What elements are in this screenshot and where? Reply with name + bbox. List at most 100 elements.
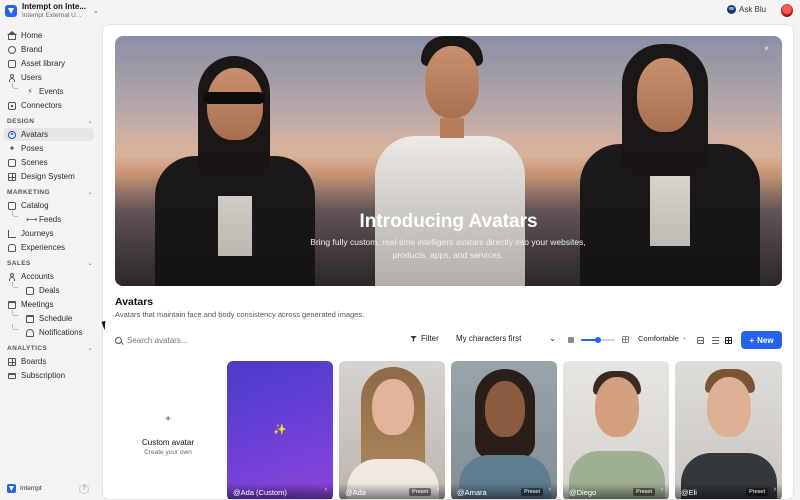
- tree-connector: [12, 211, 18, 217]
- help-button[interactable]: ?: [79, 484, 89, 494]
- chevron-down-icon: ⌄: [549, 334, 556, 343]
- sidebar-item-journeys[interactable]: Journeys: [8, 227, 53, 240]
- sidebar-item-label: Meetings: [21, 300, 54, 309]
- custom-avatar-title: Custom avatar: [141, 438, 195, 447]
- chevron-right-icon: ›: [773, 486, 776, 493]
- credit-card-icon: [8, 373, 16, 379]
- chevron-right-icon: ›: [436, 486, 439, 493]
- sidebar-item-label: Journeys: [21, 229, 54, 238]
- filter-button[interactable]: Filter: [410, 334, 439, 343]
- avatar-card-label: @Ada (Custom): [227, 483, 333, 499]
- person-pose-icon: ✦: [8, 143, 16, 153]
- tree-connector: [12, 324, 18, 330]
- sidebar-item-brand[interactable]: Brand: [8, 43, 42, 56]
- boards-icon: [8, 357, 16, 366]
- sidebar-item-feeds[interactable]: ⟷ Feeds: [26, 213, 61, 226]
- avatar-card[interactable]: ✨ @Ada (Custom) ›: [227, 361, 333, 499]
- section-design[interactable]: DESIGN ⌄: [7, 118, 93, 125]
- avatar-card[interactable]: @Diego Preset ›: [563, 361, 669, 499]
- density-select[interactable]: Comfortable ⌄: [638, 334, 687, 343]
- sidebar: Home Brand Asset library Users ⚡ Events …: [0, 24, 100, 500]
- bell-icon: [26, 328, 34, 337]
- feed-icon: ⟷: [26, 214, 38, 224]
- hero-subtitle: Bring fully custom, real-time intelligen…: [310, 237, 586, 260]
- new-avatar-button[interactable]: + New: [741, 331, 782, 349]
- filter-icon: [410, 335, 417, 342]
- search-input[interactable]: [127, 335, 277, 345]
- sidebar-item-scenes[interactable]: Scenes: [8, 156, 48, 169]
- sidebar-item-poses[interactable]: ✦ Poses: [8, 142, 44, 155]
- sidebar-item-label: Boards: [21, 357, 47, 366]
- tree-connector: [12, 282, 18, 288]
- view-grid-icon[interactable]: [725, 337, 732, 344]
- org-subtitle: Intempt External U...: [22, 12, 82, 19]
- sidebar-item-experiences[interactable]: Experiences: [8, 241, 65, 254]
- sidebar-item-deals[interactable]: Deals: [26, 284, 59, 297]
- preset-badge: Preset: [633, 488, 655, 496]
- bolt-icon: ⚡: [27, 86, 33, 96]
- accounts-icon: [8, 272, 16, 281]
- close-icon[interactable]: ×: [764, 44, 769, 53]
- image-icon: [8, 59, 16, 68]
- schedule-icon: [26, 314, 34, 323]
- sidebar-item-design-system[interactable]: Design System: [8, 170, 75, 183]
- tree-connector: [12, 310, 18, 316]
- section-analytics[interactable]: ANALYTICS ⌄: [7, 345, 93, 352]
- sidebar-item-label: Scenes: [21, 158, 48, 167]
- avatar-card[interactable]: @Ada Preset ›: [339, 361, 445, 499]
- search-box[interactable]: [115, 332, 285, 348]
- slider-thumb[interactable]: [595, 337, 601, 343]
- sidebar-item-schedule[interactable]: Schedule: [26, 312, 72, 325]
- home-icon: [7, 30, 17, 40]
- chevron-down-icon: ⌄: [87, 261, 93, 267]
- scene-icon: [8, 158, 16, 167]
- sidebar-item-label: Design System: [21, 172, 75, 181]
- org-switcher[interactable]: Intempt on Inte... Intempt External U...…: [5, 2, 99, 20]
- ask-blu-label: Ask Blu: [739, 5, 767, 14]
- hero-title: Introducing Avatars: [359, 211, 538, 232]
- sidebar-item-events[interactable]: ⚡ Events: [26, 85, 63, 98]
- sidebar-item-avatars[interactable]: Avatars: [4, 128, 94, 141]
- section-marketing[interactable]: MARKETING ⌄: [7, 189, 93, 196]
- custom-avatar-card[interactable]: + Custom avatar Create your own: [115, 361, 221, 499]
- page-subtitle: Avatars that maintain face and body cons…: [115, 310, 365, 319]
- view-list-icon[interactable]: [712, 337, 719, 344]
- chevron-right-icon: ›: [660, 486, 663, 493]
- sidebar-item-subscription[interactable]: Subscription: [8, 369, 65, 382]
- section-sales[interactable]: SALES ⌄: [7, 260, 93, 267]
- hero-banner: × Introducing Avatars Bring fully custom…: [115, 36, 782, 286]
- slider-track[interactable]: [581, 337, 615, 343]
- sidebar-item-label: Subscription: [21, 371, 66, 380]
- sidebar-item-label: Users: [21, 73, 42, 82]
- sidebar-item-home[interactable]: Home: [7, 29, 42, 42]
- preset-badge: Preset: [409, 488, 431, 496]
- page-title: Avatars: [115, 296, 154, 308]
- plus-icon: +: [165, 414, 171, 425]
- plus-icon: +: [749, 335, 755, 345]
- workspace-footer[interactable]: Intempt: [7, 484, 42, 493]
- avatar-card[interactable]: @Eli Preset ›: [675, 361, 782, 499]
- view-gallery-icon[interactable]: [697, 337, 704, 344]
- sidebar-item-label: Notifications: [39, 328, 83, 337]
- avatar-card[interactable]: @Amara Preset ›: [451, 361, 557, 499]
- sidebar-item-asset-library[interactable]: Asset library: [8, 57, 65, 70]
- chevron-down-icon: ⌄: [87, 119, 93, 125]
- sidebar-item-boards[interactable]: Boards: [8, 355, 46, 368]
- chevron-down-icon: ⌄: [681, 335, 687, 341]
- sidebar-item-label: Asset library: [21, 59, 66, 68]
- sidebar-item-label: Feeds: [39, 215, 62, 224]
- chevron-down-icon: ⌄: [87, 346, 93, 352]
- sidebar-item-connectors[interactable]: Connectors: [8, 99, 62, 112]
- experience-icon: [8, 243, 16, 252]
- search-icon: [115, 336, 122, 344]
- sort-select[interactable]: My characters first ⌄: [456, 334, 556, 343]
- user-avatar[interactable]: [781, 4, 793, 17]
- deals-icon: [26, 286, 34, 295]
- chevron-down-icon: ⌄: [87, 190, 93, 196]
- card-size-slider[interactable]: [568, 336, 629, 344]
- ask-blu-button[interactable]: Ask Blu: [727, 5, 766, 14]
- plug-icon: [8, 101, 16, 110]
- org-name: Intempt on Inte...: [22, 2, 86, 11]
- large-size-icon: [622, 336, 629, 343]
- sidebar-item-notifications[interactable]: Notifications: [26, 326, 83, 339]
